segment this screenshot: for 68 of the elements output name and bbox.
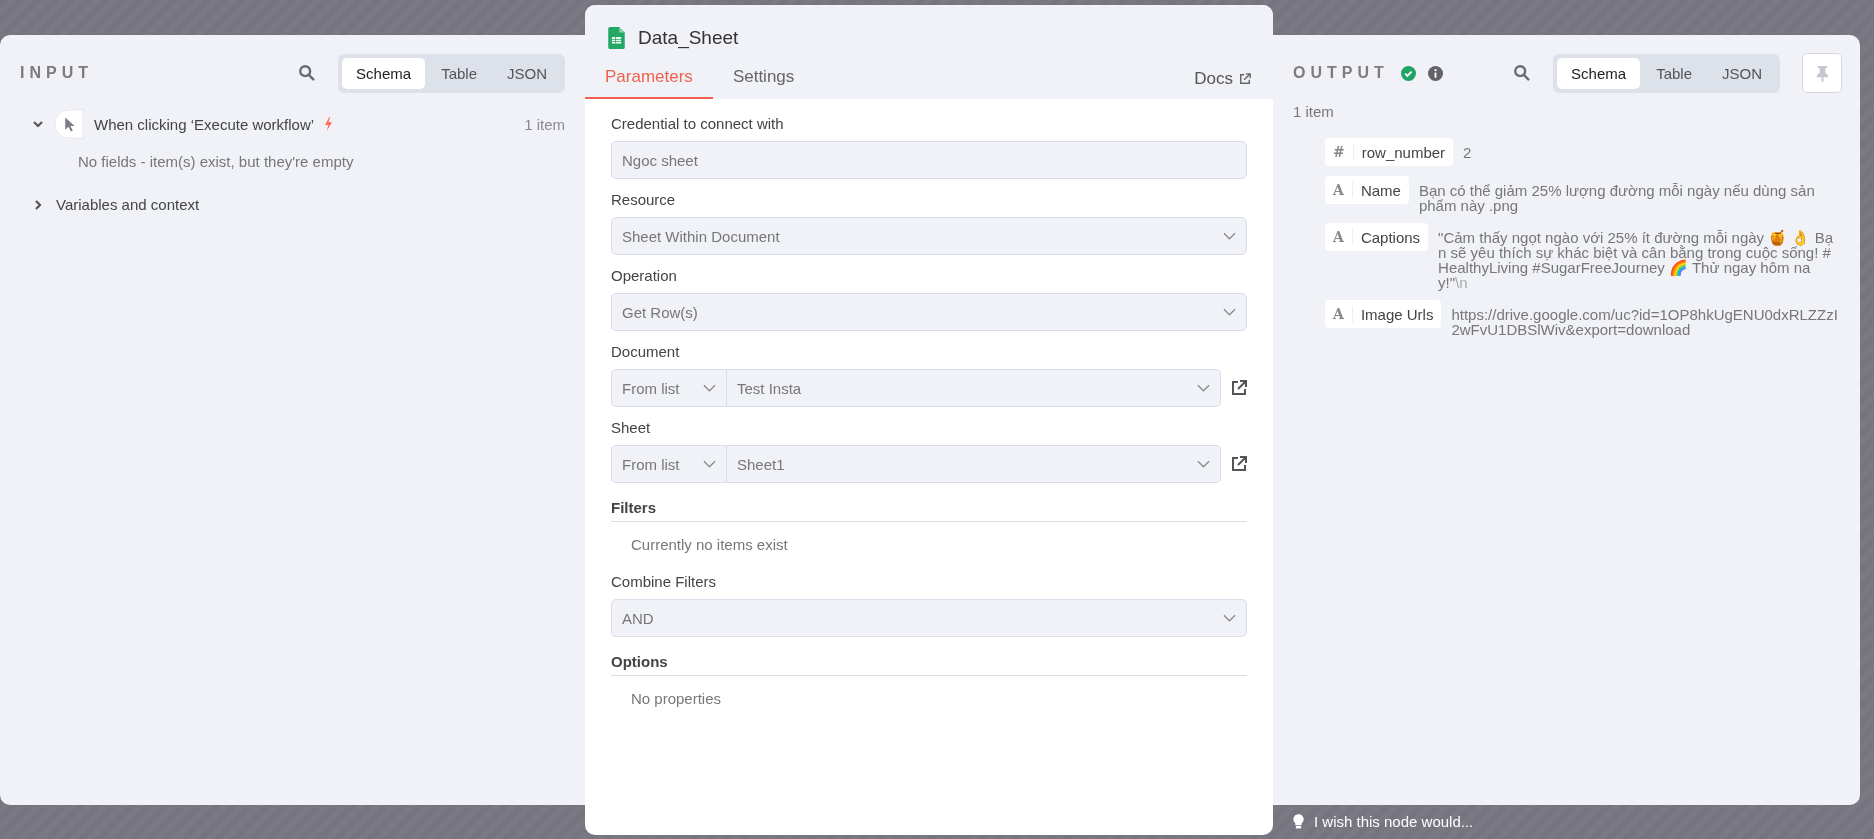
field-label: Operation (611, 267, 678, 284)
field-value: "Cảm thấy ngọt ngào với 25% ít đường mỗi ngày 🍯 👌 Bạn sẽ yêu thích sự khác biệt và cân bằng trong cuộc sống! #HealthyLiving #SugarFreeJourney 🌈 Thử ngay hôm nay!"\n (1438, 228, 1834, 290)
chevron-down-icon (703, 384, 716, 392)
empty-message: Currently no items exist (630, 535, 789, 555)
docs-link[interactable]: Docs (1194, 69, 1251, 99)
field-name: Image Urls (1359, 305, 1435, 323)
external-link-icon (1239, 73, 1251, 85)
view-tab[interactable]: Schema (342, 57, 426, 89)
check-circle-icon (1400, 65, 1416, 81)
field-chip[interactable]: # row_number (1325, 138, 1454, 166)
trigger-name: When clicking ‘Execute workflow’ (94, 115, 315, 133)
pointer-icon (54, 109, 84, 139)
field-label: Credential to connect with (611, 115, 785, 132)
pin-icon (1815, 64, 1829, 82)
section-title: Options (611, 649, 1247, 676)
credential-field[interactable]: Ngoc sheet (611, 141, 1247, 179)
panel-title: INPUT (20, 64, 93, 82)
field-name: Captions (1359, 228, 1422, 246)
view-tab[interactable]: Table (427, 57, 491, 89)
chevron-down-icon (1197, 460, 1210, 468)
field-chip[interactable]: A Image Urls (1325, 300, 1442, 328)
external-link-icon[interactable] (1231, 456, 1247, 472)
field-value: Bạn có thể giảm 25% lượng đường mỗi ngày nếu dùng sản phẩm này .png (1418, 181, 1816, 213)
field-value: https://drive.google.com/uc?id=1OP8hkUgENU0dxRLZZzI2wFvU1DBSlWiv&export=download (1451, 305, 1839, 337)
mode-select[interactable]: From list (611, 369, 727, 407)
field-chip[interactable]: A Captions (1325, 223, 1429, 251)
field-chip[interactable]: A Name (1325, 176, 1409, 204)
chevron-icon[interactable] (32, 118, 44, 130)
lightning-icon (324, 117, 334, 131)
field-name: row_number (1360, 143, 1447, 161)
view-tab[interactable]: JSON (493, 57, 561, 89)
chevron-icon[interactable] (32, 198, 44, 211)
search-icon[interactable] (298, 64, 317, 82)
select-field[interactable]: Sheet1 (727, 445, 1221, 483)
spreadsheet-icon (608, 27, 625, 49)
select-field[interactable]: Test Insta (727, 369, 1221, 407)
view-tab[interactable]: Table (1642, 57, 1706, 89)
field-label: Document (611, 343, 681, 360)
view-tab[interactable]: Schema (1557, 57, 1641, 89)
feedback-input[interactable]: I wish this node would... (1314, 813, 1614, 830)
mode-select[interactable]: From list (611, 445, 727, 483)
context-label[interactable]: Variables and context (56, 196, 200, 213)
external-link-icon[interactable] (1231, 380, 1247, 396)
select-field[interactable]: Get Row(s) (611, 293, 1247, 331)
item-count: 1 item (524, 115, 565, 133)
item-count: 1 item (1293, 103, 1335, 120)
select-field[interactable]: Sheet Within Document (611, 217, 1247, 255)
chevron-down-icon (1223, 614, 1236, 622)
field-label: Combine Filters (611, 573, 718, 590)
node-title: Data_Sheet (638, 27, 739, 49)
info-icon[interactable] (1427, 65, 1443, 81)
section-title: Filters (611, 495, 1247, 522)
chevron-down-icon (1197, 384, 1210, 392)
chevron-down-icon (1223, 232, 1236, 240)
lightbulb-icon (1293, 814, 1304, 829)
field-label: Resource (611, 191, 677, 208)
field-value: 2 (1463, 143, 1472, 160)
chevron-down-icon (1223, 308, 1236, 316)
search-icon[interactable] (1513, 64, 1532, 82)
node-tab[interactable]: Settings (712, 61, 815, 99)
chevron-down-icon (703, 460, 716, 468)
empty-message: No fields - item(s) exist, but they're empty (78, 153, 355, 170)
panel-title: OUTPUT (1293, 64, 1389, 82)
empty-message: No properties (630, 689, 723, 709)
select-field[interactable]: AND (611, 599, 1247, 637)
view-tab[interactable]: JSON (1708, 57, 1776, 89)
field-label: Sheet (611, 419, 652, 436)
field-name: Name (1359, 181, 1402, 199)
